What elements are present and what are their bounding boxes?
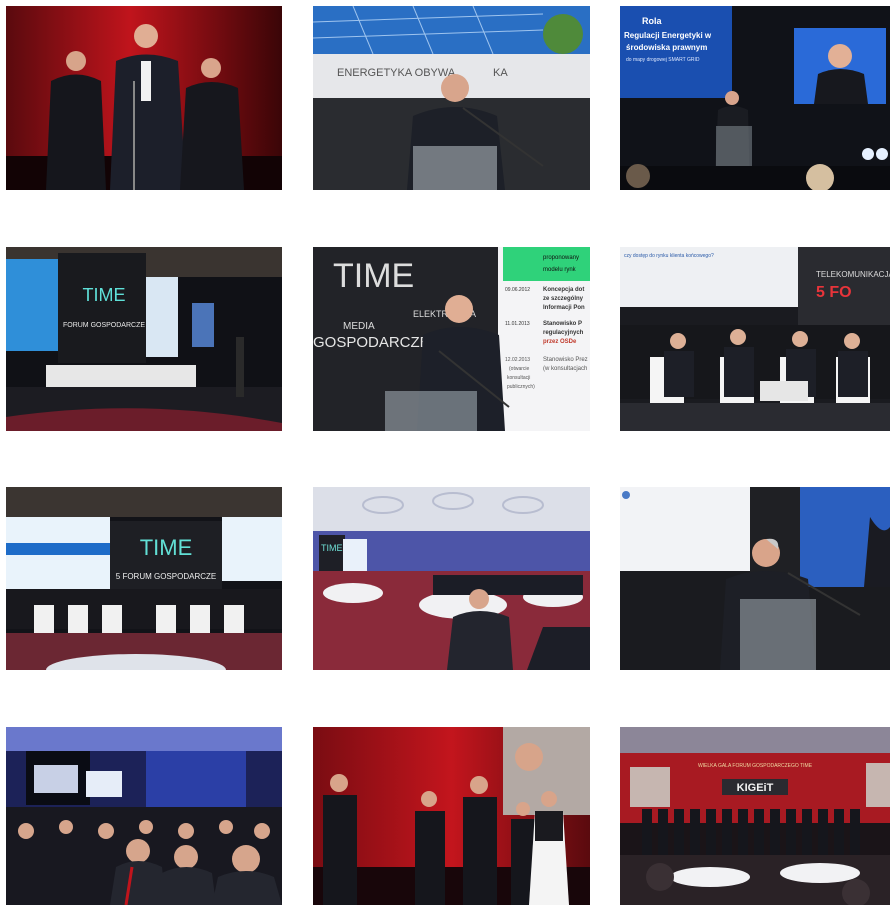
slide-text-stanowisko-prez: Stanowisko Prez xyxy=(543,357,588,363)
slide-text-szczegolny: ze szczególny xyxy=(543,296,584,302)
stage-logo-time-panel: TIME xyxy=(140,535,193,560)
stage-logo-telekomunikacja: TELEKOMUNIKACJA xyxy=(816,270,890,279)
stage-logo-5-forum: 5 FORUM GOSPODARCZE xyxy=(116,572,216,581)
photo-speaker-energetyka-podium[interactable]: ENERGETYKA OBYWA KA xyxy=(313,6,590,190)
stage-logo-time: TIME xyxy=(83,285,126,305)
overlay-text-energetyka-end: KA xyxy=(493,67,508,79)
slide-text-publicznych: publicznych) xyxy=(507,384,535,390)
photo-panel-wide-time-stage[interactable]: TIME 5 FORUM GOSPODARCZE xyxy=(6,487,282,670)
slide-text-regulacyjnych: regulacyjnych xyxy=(543,330,584,336)
stage-logo-time-small: TIME xyxy=(321,543,343,553)
gala-banner-logo: KIGEiT xyxy=(737,782,774,794)
slide-line-2: środowiska prawnym xyxy=(626,43,707,52)
slide-text-question: czy dostęp do rynku klienta końcowego? xyxy=(624,253,714,259)
photo-speaker-time-logo-slide[interactable]: TIME MEDIA ELEKTRONIKA GOSPODARCZE propo… xyxy=(313,247,590,431)
stage-logo-5-fo: 5 FO xyxy=(816,284,852,301)
slide-text-proponowany: proponowany xyxy=(543,255,579,261)
slide-line-1: Regulacji Energetyki w xyxy=(624,31,712,40)
photo-award-three-men-red-curtain[interactable] xyxy=(6,6,282,190)
photo-audience-round-tables[interactable]: TIME xyxy=(313,487,590,670)
slide-text-modelu: modelu rynk xyxy=(543,267,577,273)
photo-award-red-stage-group[interactable] xyxy=(313,727,590,905)
slide-text-konsultacji: konsultacji xyxy=(507,375,530,381)
overlay-text-energetyka: ENERGETYKA OBYWA xyxy=(337,67,456,79)
photo-panel-discussion-white-chairs[interactable]: czy dostęp do rynku klienta końcowego? T… xyxy=(620,247,890,431)
gala-banner-title: WIELKA GALA FORUM GOSPODARCZEGO TIME xyxy=(698,763,813,769)
stage-logo-time-big: TIME xyxy=(333,257,414,295)
slide-text-w-konsultacjach: (w konsultacjach xyxy=(543,366,587,372)
slide-date-1: 09.06.2012 xyxy=(505,287,530,293)
slide-text-koncepcja: Koncepcja dot xyxy=(543,287,584,293)
slide-date-3: 12.02.2013 xyxy=(505,357,530,363)
photo-gallery: ENERGETYKA OBYWA KA Rola Regulacji Energ… xyxy=(0,0,890,905)
photo-speaker-rola-regulacji-screen[interactable]: Rola Regulacji Energetyki w środowiska p… xyxy=(620,6,890,190)
photo-audience-blue-hall[interactable] xyxy=(6,727,282,905)
photo-speaker-grey-hair-podium[interactable] xyxy=(620,487,890,670)
slide-text-osde: przez OSDe xyxy=(543,339,577,345)
photo-gala-group-on-stage[interactable]: WIELKA GALA FORUM GOSPODARCZEGO TIME KIG… xyxy=(620,727,890,905)
slide-line-3: do mapy drogowej SMART GRID xyxy=(626,57,700,63)
stage-logo-forum: FORUM GOSPODARCZE xyxy=(63,322,145,329)
slide-text-stanowisko: Stanowisko P xyxy=(543,321,582,327)
stage-logo-media: MEDIA xyxy=(343,321,375,332)
slide-text-otwarcie: (otwarcie xyxy=(509,366,530,372)
photo-stage-time-forum-wide[interactable]: TIME FORUM GOSPODARCZE xyxy=(6,247,282,431)
slide-text-informacji: Informacji Pon xyxy=(543,305,585,311)
slide-title-rola: Rola xyxy=(642,16,662,26)
stage-logo-gospodarcze: GOSPODARCZE xyxy=(313,334,430,351)
slide-date-2: 11.01.2013 xyxy=(505,321,530,327)
